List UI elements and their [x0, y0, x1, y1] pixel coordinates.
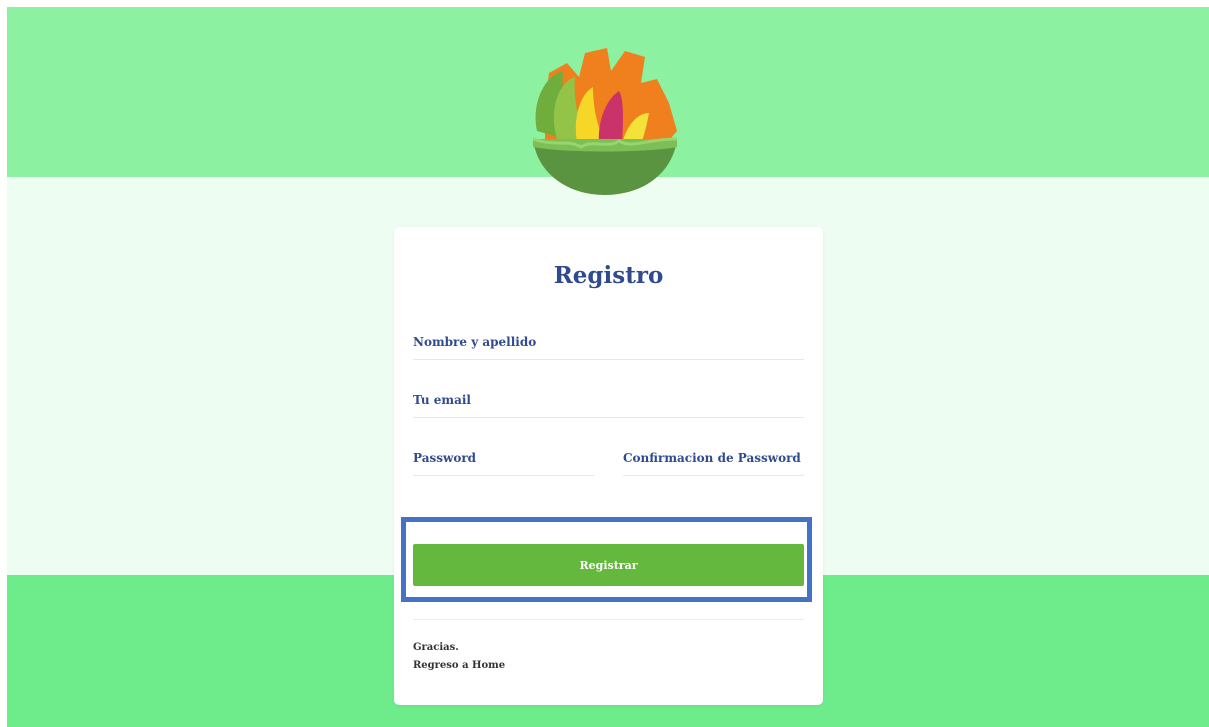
confirm-password-field-label: Confirmacion de Password [623, 451, 801, 465]
register-card: Registro Nombre y apellido Tu email Pass… [394, 227, 823, 705]
divider [413, 619, 804, 620]
name-field-label: Nombre y apellido [413, 335, 537, 349]
password-field[interactable]: Password [413, 445, 594, 476]
footer-links: Gracias. Regreso a Home [413, 639, 505, 675]
email-field-label: Tu email [413, 393, 471, 407]
password-field-label: Password [413, 451, 477, 465]
home-link[interactable]: Regreso a Home [413, 657, 505, 675]
highlight-box [401, 517, 812, 602]
confirm-password-field[interactable]: Confirmacion de Password [623, 445, 804, 476]
name-field[interactable]: Nombre y apellido [413, 329, 804, 360]
fruit-bowl-logo [532, 48, 678, 195]
email-field[interactable]: Tu email [413, 387, 804, 418]
thanks-link[interactable]: Gracias. [413, 639, 505, 657]
page-title: Registro [553, 262, 664, 289]
